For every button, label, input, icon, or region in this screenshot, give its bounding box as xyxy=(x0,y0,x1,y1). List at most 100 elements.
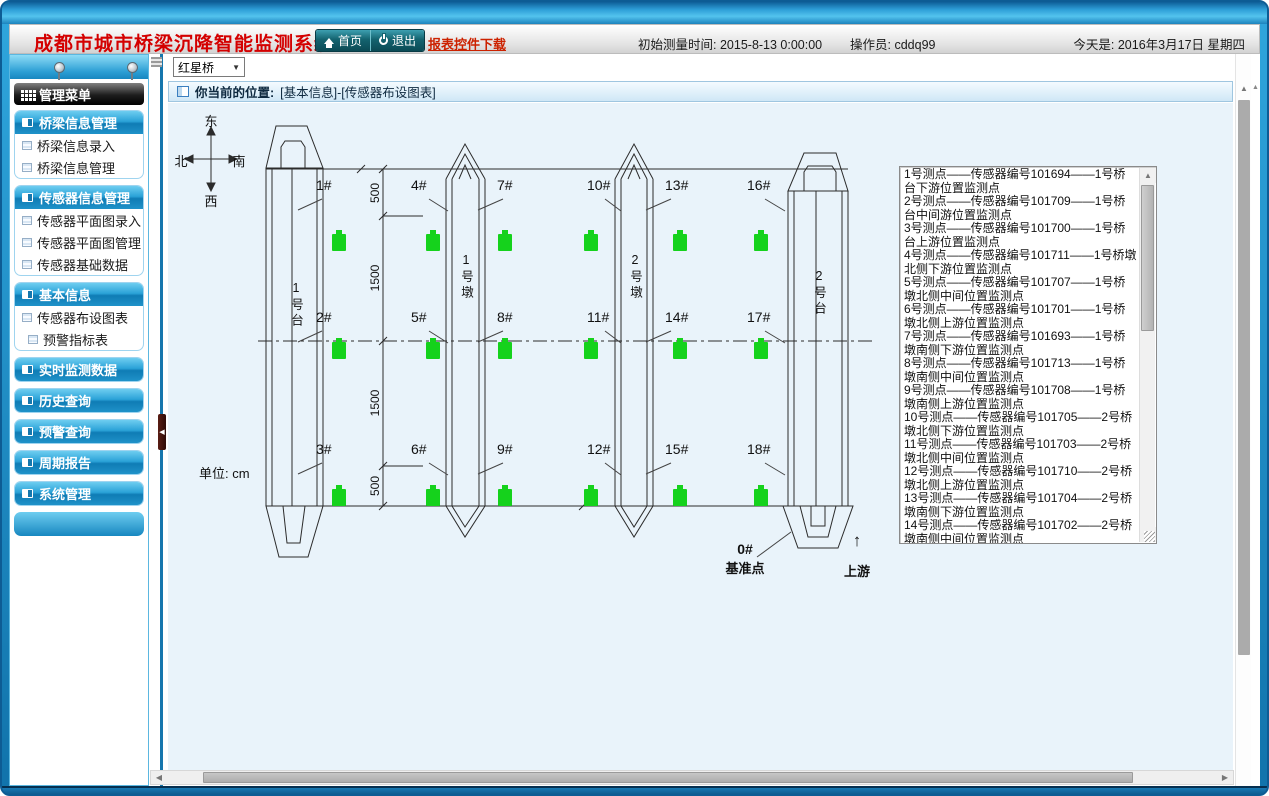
sensor-description-listbox[interactable]: 1号测点——传感器编号101694——1号桥台下游位置监测点 2号测点——传感器… xyxy=(899,166,1157,544)
list-item[interactable]: 9号测点——传感器编号101708——1号桥墩南侧上游位置监测点 xyxy=(904,384,1137,411)
splitter[interactable]: ◀ xyxy=(149,54,166,786)
today-date: 今天是: 2016年3月17日 星期四 xyxy=(1073,34,1245,53)
app-title: 成都市城市桥梁沉降智能监测系统 xyxy=(34,29,334,56)
location-icon xyxy=(177,86,189,97)
list-item[interactable]: 6号测点——传感器编号101701——1号桥墩北侧上游位置监测点 xyxy=(904,303,1137,330)
list-item[interactable]: 4号测点——传感器编号101711——1号桥墩北侧下游位置监测点 xyxy=(904,249,1137,276)
menu-group-header-warning-query[interactable]: 预警查询 xyxy=(15,420,143,443)
pier-label-abutment1: 1号台 xyxy=(287,281,303,329)
menu-group-label: 历史查询 xyxy=(39,391,91,410)
main-area: 红星桥 ▼ 你当前的位置: [基本信息]-[传感器布设图表] xyxy=(166,54,1260,786)
window-icon xyxy=(22,193,33,202)
sidebar-footer xyxy=(14,512,144,536)
menu-item-label: 传感器基础数据 xyxy=(37,255,128,274)
menu-title-bar[interactable]: 管理菜单 xyxy=(14,83,144,105)
scroll-up-icon[interactable]: ▲ xyxy=(1251,84,1260,91)
pier-label-pier1: 1号墩 xyxy=(457,253,473,301)
initial-time: 初始测量时间: 2015-8-13 0:00:00 xyxy=(638,34,822,53)
menu-item-label: 桥梁信息管理 xyxy=(37,158,115,177)
content-area: 东 北 南 西 500 1500 1500 500 1号台 1号墩 2号墩 2号 xyxy=(168,103,1233,770)
menu-item-sensor-plan-manage[interactable]: 传感器平面图管理 xyxy=(15,231,143,253)
menu-item-bridge-entry[interactable]: 桥梁信息录入 xyxy=(15,134,143,156)
menu-item-sensor-layout-chart[interactable]: 传感器布设图表 xyxy=(15,306,143,328)
pier-label-abutment2: 2号台 xyxy=(810,269,826,317)
logout-button[interactable]: 退出 xyxy=(370,30,424,51)
menu-group-header-bridge-info[interactable]: 桥梁信息管理 xyxy=(15,111,143,134)
menu-group-periodic-report: 周期报告 xyxy=(14,450,144,475)
listbox-scrollbar[interactable]: ▲ ▼ xyxy=(1139,168,1155,542)
menu-group-header-history[interactable]: 历史查询 xyxy=(15,389,143,412)
vertical-scrollbar[interactable]: ▲ xyxy=(1235,54,1251,786)
bridge-select-value: 红星桥 xyxy=(178,59,214,76)
list-item[interactable]: 3号测点——传感器编号101700——1号桥台上游位置监测点 xyxy=(904,222,1137,249)
list-item[interactable]: 7号测点——传感器编号101693——1号桥墩南侧下游位置监测点 xyxy=(904,330,1137,357)
bridge-select[interactable]: 红星桥 ▼ xyxy=(173,57,245,77)
listbox-resize-grip[interactable] xyxy=(1144,531,1155,542)
menu-item-warning-index[interactable]: 预警指标表 xyxy=(15,328,143,350)
horizontal-scrollbar[interactable]: ◀ ▶ xyxy=(150,770,1234,785)
dimension-label: 1500 xyxy=(368,386,382,420)
sensor-point-label: 9# xyxy=(497,441,527,457)
horizontal-scroll-thumb[interactable] xyxy=(203,772,1133,783)
outer-scroll-strip[interactable]: ▲ xyxy=(1251,54,1260,786)
list-item[interactable]: 1号测点——传感器编号101694——1号桥台下游位置监测点 xyxy=(904,168,1137,195)
leader-lines xyxy=(298,199,791,557)
menu-group-warning-query: 预警查询 xyxy=(14,419,144,444)
list-item[interactable]: 12号测点——传感器编号101710——2号桥墩北侧上游位置监测点 xyxy=(904,465,1137,492)
pin-icon[interactable] xyxy=(54,62,65,73)
sensor-point-label: 4# xyxy=(411,177,441,193)
collapse-icon[interactable] xyxy=(151,57,162,67)
compass-west: 西 xyxy=(203,191,219,210)
scroll-up-icon[interactable]: ▲ xyxy=(1140,168,1156,183)
splitter-grip[interactable]: ◀ xyxy=(158,414,166,450)
menu-group-bridge-info: 桥梁信息管理 桥梁信息录入 桥梁信息管理 xyxy=(14,110,144,179)
home-icon xyxy=(324,38,334,44)
dimension-label: 1500 xyxy=(368,261,382,295)
list-item[interactable]: 5号测点——传感器编号101707——1号桥墩北侧中间位置监测点 xyxy=(904,276,1137,303)
operator-label: 操作员: xyxy=(850,38,891,52)
vertical-scroll-thumb[interactable] xyxy=(1238,100,1250,655)
menu-group-header-basic-info[interactable]: 基本信息 xyxy=(15,283,143,306)
list-item[interactable]: 2号测点——传感器编号101709——1号桥台中间游位置监测点 xyxy=(904,195,1137,222)
sensor-markers xyxy=(332,230,768,506)
menu-group-header-periodic-report[interactable]: 周期报告 xyxy=(15,451,143,474)
sensor-point-label: 7# xyxy=(497,177,527,193)
sensor-list: 1号测点——传感器编号101694——1号桥台下游位置监测点 2号测点——传感器… xyxy=(900,167,1139,543)
listbox-scroll-thumb[interactable] xyxy=(1141,185,1154,331)
logout-button-label: 退出 xyxy=(392,32,416,49)
diagram-drawing xyxy=(173,111,893,611)
menu-item-label: 传感器平面图管理 xyxy=(37,233,141,252)
form-icon xyxy=(22,163,32,172)
list-item[interactable]: 8号测点——传感器编号101713——1号桥墩南侧中间位置监测点 xyxy=(904,357,1137,384)
today-label: 今天是: xyxy=(1073,38,1114,52)
datum-label: 基准点 xyxy=(717,558,773,577)
upstream-arrow-icon: ↑ xyxy=(843,531,871,551)
dimension-label: 500 xyxy=(368,469,382,503)
menu-group-label: 桥梁信息管理 xyxy=(39,113,117,132)
scroll-right-icon[interactable]: ▶ xyxy=(1218,771,1232,784)
list-item[interactable]: 13号测点——传感器编号101704——2号桥墩南侧下游位置监测点 xyxy=(904,492,1137,519)
list-item[interactable]: 14号测点——传感器编号101702——2号桥墩南侧中间位置监测点 xyxy=(904,519,1137,543)
pin-icon[interactable] xyxy=(127,62,138,73)
menu-group-label: 实时监测数据 xyxy=(39,360,117,379)
initial-time-value: 2015-8-13 0:00:00 xyxy=(720,38,822,52)
window-icon xyxy=(22,396,33,405)
menu-group-header-system[interactable]: 系统管理 xyxy=(15,482,143,505)
report-control-download-link[interactable]: 报表控件下载 xyxy=(428,34,506,53)
breadcrumb: 你当前的位置: [基本信息]-[传感器布设图表] xyxy=(168,81,1233,102)
compass-east: 东 xyxy=(203,111,219,130)
initial-time-label: 初始测量时间: xyxy=(638,38,716,52)
menu-group-realtime: 实时监测数据 xyxy=(14,357,144,382)
list-item[interactable]: 10号测点——传感器编号101705——2号桥墩北侧下游位置监测点 xyxy=(904,411,1137,438)
scroll-left-icon[interactable]: ◀ xyxy=(152,771,166,784)
scroll-up-icon[interactable]: ▲ xyxy=(1237,84,1251,93)
list-item[interactable]: 11号测点——传感器编号101703——2号桥墩北侧中间位置监测点 xyxy=(904,438,1137,465)
menu-item-sensor-base-data[interactable]: 传感器基础数据 xyxy=(15,253,143,275)
menu-group-header-realtime[interactable]: 实时监测数据 xyxy=(15,358,143,381)
sensor-point-label: 14# xyxy=(665,309,695,325)
home-button[interactable]: 首页 xyxy=(316,30,370,51)
menu-group-label: 预警查询 xyxy=(39,422,91,441)
menu-item-bridge-manage[interactable]: 桥梁信息管理 xyxy=(15,156,143,178)
menu-item-sensor-plan-entry[interactable]: 传感器平面图录入 xyxy=(15,209,143,231)
menu-group-header-sensor-info[interactable]: 传感器信息管理 xyxy=(15,186,143,209)
